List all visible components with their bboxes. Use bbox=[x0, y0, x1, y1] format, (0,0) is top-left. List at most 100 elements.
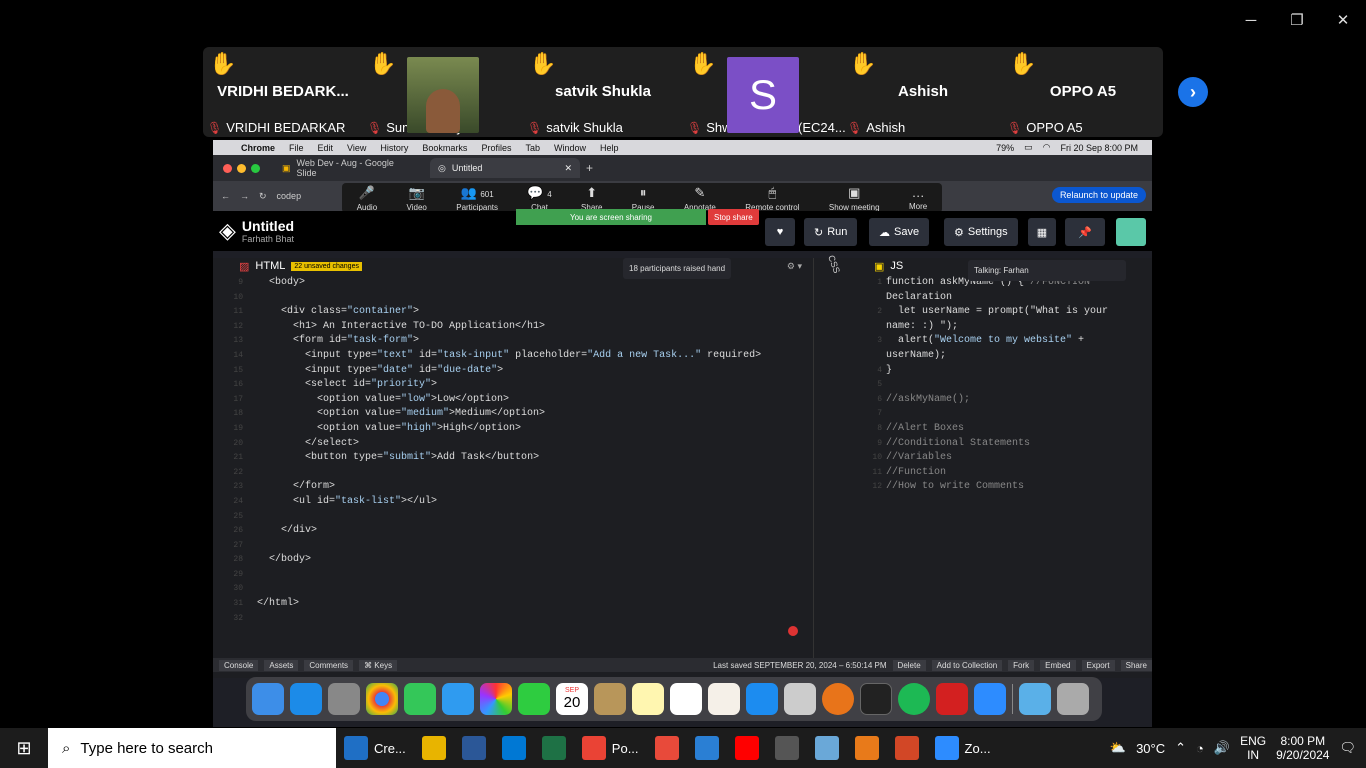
tab-slides[interactable]: ▣ Web Dev - Aug - Google Slide bbox=[274, 158, 424, 178]
footer-button[interactable]: Assets bbox=[264, 659, 299, 671]
numbers-icon[interactable] bbox=[670, 683, 702, 715]
taskbar-app[interactable]: Zo... bbox=[927, 728, 999, 768]
layout-button[interactable]: ▦ bbox=[1028, 218, 1056, 246]
volume-icon[interactable]: 🔊 bbox=[1214, 740, 1230, 756]
run-button[interactable]: ↻ Run bbox=[804, 218, 858, 246]
calendar-icon[interactable]: SEP 20 bbox=[556, 683, 588, 715]
code-line[interactable]: 29 bbox=[223, 568, 808, 583]
css-pane[interactable]: CSS bbox=[813, 254, 853, 668]
zoom-share-button[interactable]: ⬆ Share bbox=[581, 185, 602, 212]
code-line[interactable]: 16 <select id="priority"> bbox=[223, 378, 808, 393]
code-line[interactable]: 12 <h1> An Interactive TO-DO Application… bbox=[223, 320, 808, 335]
zoom-icon[interactable] bbox=[974, 683, 1006, 715]
messages-icon[interactable] bbox=[404, 683, 436, 715]
taskbar-app[interactable] bbox=[454, 728, 494, 768]
wifi-icon[interactable]: ◠ bbox=[1043, 142, 1051, 153]
pane-settings-icon[interactable]: ⚙ ▾ bbox=[787, 261, 802, 272]
photos-icon[interactable] bbox=[480, 683, 512, 715]
code-line[interactable]: 9//Conditional Statements bbox=[858, 437, 1151, 452]
footer-button[interactable]: Export bbox=[1081, 659, 1115, 671]
footer-button[interactable]: Comments bbox=[304, 659, 354, 671]
language-indicator[interactable]: ENG IN bbox=[1240, 734, 1266, 762]
code-line[interactable]: 18 <option value="medium">Medium</option… bbox=[223, 407, 808, 422]
code-line[interactable]: 2 let userName = prompt("What is your bbox=[858, 305, 1151, 320]
forward-icon[interactable]: → bbox=[240, 191, 249, 201]
code-line[interactable]: 3 alert("Welcome to my website" + bbox=[858, 334, 1151, 349]
taskbar-app[interactable] bbox=[767, 728, 807, 768]
settings-button[interactable]: ⚙ Settings bbox=[944, 218, 1018, 246]
footer-button[interactable]: Add to Collection bbox=[931, 659, 1003, 671]
menu-item[interactable]: File bbox=[289, 143, 304, 153]
zoom-video-button[interactable]: 📷 Video bbox=[407, 185, 427, 212]
acrobat-icon[interactable] bbox=[936, 683, 968, 715]
code-line[interactable]: 21 <button type="submit">Add Task</butto… bbox=[223, 451, 808, 466]
terminal-icon[interactable] bbox=[860, 683, 892, 715]
code-line[interactable]: 27 bbox=[223, 539, 808, 554]
clock[interactable]: 8:00 PM 9/20/2024 bbox=[1276, 734, 1329, 762]
menu-item[interactable]: Chrome bbox=[241, 143, 275, 153]
codepen-logo-icon[interactable]: ◈ bbox=[219, 218, 236, 244]
system-settings-icon[interactable] bbox=[784, 683, 816, 715]
menu-item[interactable]: Profiles bbox=[481, 143, 511, 153]
network-icon[interactable]: ◔ bbox=[1196, 741, 1204, 756]
taskbar-app[interactable] bbox=[687, 728, 727, 768]
unsaved-badge[interactable]: 22 unsaved changes bbox=[291, 261, 362, 271]
safari-icon[interactable] bbox=[290, 683, 322, 715]
windows-start-icon[interactable]: ⊞ bbox=[0, 738, 48, 759]
zoom-show-meeting-button[interactable]: ▣ Show meeting bbox=[829, 185, 880, 212]
taskbar-search[interactable]: ⌕ Type here to search bbox=[48, 728, 336, 768]
menu-item[interactable]: History bbox=[380, 143, 408, 153]
freeform-icon[interactable] bbox=[708, 683, 740, 715]
avatar[interactable] bbox=[1116, 218, 1146, 246]
menu-item[interactable]: Tab bbox=[525, 143, 540, 153]
participant-tile[interactable]: ✋ OPPO A5 🎙 OPPO A5 bbox=[1003, 47, 1163, 137]
code-line[interactable]: 25 bbox=[223, 510, 808, 525]
code-line[interactable]: 19 <option value="high">High</option> bbox=[223, 422, 808, 437]
participant-tile[interactable]: ✋ satvik Shukla 🎙 satvik Shukla bbox=[523, 47, 683, 137]
code-line[interactable]: Declaration bbox=[858, 291, 1151, 306]
zoom-annotate-button[interactable]: ✎ Annotate bbox=[684, 185, 716, 212]
taskbar-app[interactable] bbox=[534, 728, 574, 768]
code-line[interactable]: 32 bbox=[223, 612, 808, 627]
code-line[interactable]: 23 </form> bbox=[223, 480, 808, 495]
firefox-icon[interactable] bbox=[822, 683, 854, 715]
taskbar-app[interactable] bbox=[727, 728, 767, 768]
pin-button[interactable]: 📌 bbox=[1065, 218, 1105, 246]
tab-untitled[interactable]: ◎ Untitled ✕ bbox=[430, 158, 580, 178]
mail-icon[interactable] bbox=[442, 683, 474, 715]
code-line[interactable]: 22 bbox=[223, 466, 808, 481]
html-code[interactable]: 9 <body> 10 11 <div class="container"> 12 <… bbox=[223, 276, 808, 626]
code-line[interactable]: 14 <input type="text" id="task-input" pl… bbox=[223, 349, 808, 364]
reload-icon[interactable]: ↻ bbox=[259, 191, 267, 202]
taskbar-app[interactable]: Po... bbox=[574, 728, 647, 768]
appstore-icon[interactable] bbox=[746, 683, 778, 715]
stop-share-button[interactable]: Stop share bbox=[708, 209, 759, 225]
temperature[interactable]: 30°C bbox=[1136, 741, 1165, 756]
save-button[interactable]: ☁ Save bbox=[869, 218, 930, 246]
taskbar-app[interactable] bbox=[494, 728, 534, 768]
menu-item[interactable]: View bbox=[347, 143, 366, 153]
code-line[interactable]: 13 <form id="task-form"> bbox=[223, 334, 808, 349]
finder-icon[interactable] bbox=[252, 683, 284, 715]
chrome-icon[interactable] bbox=[366, 683, 398, 715]
back-icon[interactable]: ← bbox=[221, 191, 230, 201]
pen-title[interactable]: Untitled bbox=[242, 218, 294, 234]
notification-icon[interactable]: 🗨 bbox=[1339, 740, 1356, 756]
footer-button[interactable]: ⌘ Keys bbox=[359, 659, 398, 671]
chevron-up-icon[interactable]: ⌃ bbox=[1175, 740, 1186, 756]
spotify-icon[interactable] bbox=[898, 683, 930, 715]
minimize-button[interactable]: ─ bbox=[1228, 8, 1274, 32]
code-line[interactable]: 30 bbox=[223, 582, 808, 597]
code-line[interactable]: 28 </body> bbox=[223, 553, 808, 568]
code-line[interactable]: 11 <div class="container"> bbox=[223, 305, 808, 320]
next-page-button[interactable]: › bbox=[1178, 77, 1208, 107]
code-line[interactable]: 17 <option value="low">Low</option> bbox=[223, 393, 808, 408]
close-tab-icon[interactable]: ✕ bbox=[564, 163, 572, 174]
taskbar-app[interactable] bbox=[887, 728, 927, 768]
code-line[interactable]: 8//Alert Boxes bbox=[858, 422, 1151, 437]
heart-button[interactable]: ♥ bbox=[765, 218, 795, 246]
zoom-more-button[interactable]: … More bbox=[909, 185, 927, 211]
participant-tile[interactable]: ✋ VRIDHI BEDARK... 🎙 VRIDHI BEDARKAR bbox=[203, 47, 363, 137]
menu-item[interactable]: Bookmarks bbox=[422, 143, 467, 153]
weather-icon[interactable]: ⛅ bbox=[1110, 740, 1126, 756]
